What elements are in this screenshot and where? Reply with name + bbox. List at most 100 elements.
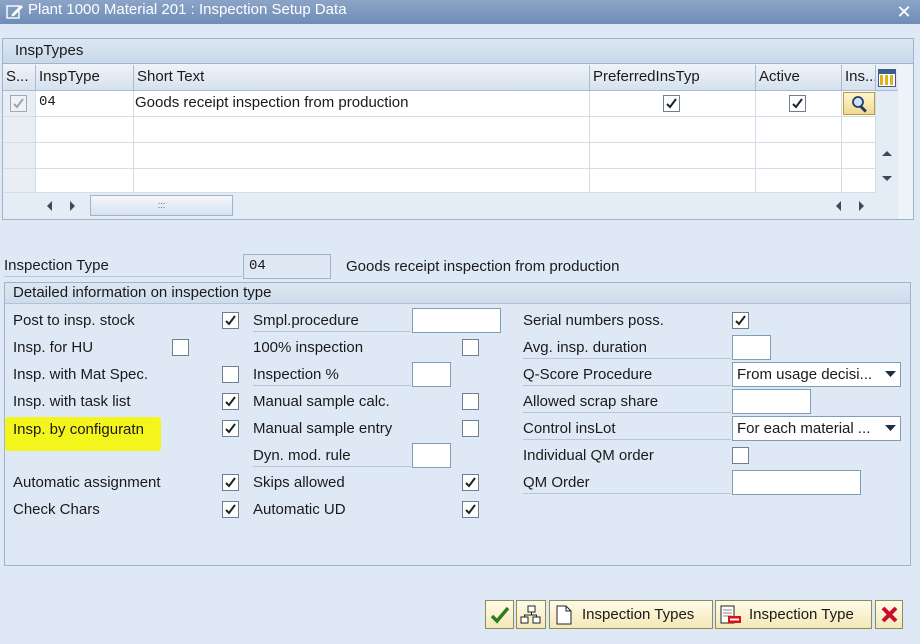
cancel-icon [881,606,898,623]
q-score-procedure-value: From usage decisi... [737,366,873,383]
preferred-checkbox[interactable] [663,95,680,112]
control-inslot-value: For each material ... [737,420,871,437]
individual-qm-order-label: Individual QM order [523,447,654,464]
insp-for-hu-checkbox[interactable] [172,339,189,356]
dyn-mod-rule-input[interactable] [412,443,451,468]
column-header-preferred[interactable]: PreferredInsTyp [590,65,756,91]
scroll-left-icon[interactable] [45,200,53,212]
confirm-button[interactable] [485,600,514,629]
insp-for-hu-label: Insp. for HU [13,339,94,356]
table-settings-button[interactable] [876,65,898,91]
table-row[interactable] [36,117,876,143]
inspection-type-value: 04 [249,258,266,274]
automatic-ud-label: Automatic UD [253,501,346,518]
scroll-left-icon[interactable] [834,200,842,212]
insp-with-task-list-checkbox[interactable] [222,393,239,410]
row-selector[interactable] [3,169,36,193]
chevron-down-icon[interactable] [880,417,900,440]
row-select-checkbox[interactable] [10,95,27,112]
scroll-down-icon[interactable] [881,175,893,183]
automatic-ud-checkbox[interactable] [462,501,479,518]
table-row[interactable]: Goods receipt inspection from production [134,91,590,117]
allowed-scrap-share-label: Allowed scrap share [523,393,731,413]
hierarchy-icon [520,605,541,624]
scroll-right-icon[interactable] [69,200,77,212]
manual-sample-calc-checkbox[interactable] [462,393,479,410]
column-header-active[interactable]: Active [756,65,842,91]
check-chars-checkbox[interactable] [222,501,239,518]
cell-short-text: Goods receipt inspection from production [135,94,409,111]
column-config-icon [878,69,896,87]
post-to-insp-stock-checkbox[interactable] [222,312,239,329]
chevron-down-icon[interactable] [880,363,900,386]
insp-by-configuratn-checkbox[interactable] [222,420,239,437]
manual-sample-entry-checkbox[interactable] [462,420,479,437]
dyn-mod-rule-label: Dyn. mod. rule [253,447,411,467]
automatic-assignment-checkbox[interactable] [222,474,239,491]
inspection-type-field: 04 [243,254,331,279]
serial-numbers-poss-label: Serial numbers poss. [523,312,664,329]
window-close-button[interactable]: ✕ [894,2,914,22]
row-selector[interactable] [3,143,36,169]
inspection-percent-input[interactable] [412,362,451,387]
table-row[interactable] [36,143,876,169]
allowed-scrap-share-input[interactable] [732,389,811,414]
skips-allowed-checkbox[interactable] [462,474,479,491]
active-checkbox[interactable] [789,95,806,112]
serial-numbers-poss-checkbox[interactable] [732,312,749,329]
skips-allowed-label: Skips allowed [253,474,345,491]
inspection-types-button[interactable]: Inspection Types [549,600,713,629]
delete-document-icon [720,605,741,624]
post-to-insp-stock-label: Post to insp. stock [13,312,135,329]
edit-window-icon [6,5,23,19]
horizontal-scrollbar[interactable]: ::: [3,193,898,219]
avg-insp-duration-input[interactable] [732,335,771,360]
table-cell-ins [842,91,876,117]
detail-group-header: Detailed information on inspection type [5,283,910,304]
q-score-procedure-label: Q-Score Procedure [523,366,731,386]
inspection-type-label: Inspection Type [749,606,854,623]
scroll-thumb[interactable]: ::: [90,195,233,216]
q-score-procedure-dropdown[interactable]: From usage decisi... [732,362,901,387]
smpl-procedure-input[interactable] [412,308,501,333]
qm-order-input[interactable] [732,470,861,495]
inspection-detail-button[interactable] [843,92,875,115]
column-header-select[interactable]: S... [3,65,36,91]
scroll-up-icon[interactable] [881,149,893,157]
table-cell-preferred [590,91,756,117]
column-header-short-text[interactable]: Short Text [134,65,590,91]
control-inslot-dropdown[interactable]: For each material ... [732,416,901,441]
table-title: InspTypes [15,42,84,59]
detail-group-title: Detailed information on inspection type [13,284,272,301]
inspection-type-button[interactable]: Inspection Type [715,600,872,629]
checkmark-icon [490,606,510,624]
magnifier-icon [852,96,867,113]
table-cell-active [756,91,842,117]
qm-order-label: QM Order [523,474,731,494]
row-selector[interactable] [3,91,36,117]
column-header-ins[interactable]: Ins... [842,65,876,91]
column-divider [841,117,842,193]
insp-with-mat-spec-label: Insp. with Mat Spec. [13,366,149,383]
insp-with-task-list-label: Insp. with task list [13,393,131,410]
scroll-right-icon[interactable] [858,200,866,212]
column-divider [133,117,134,193]
table-row[interactable] [36,169,876,193]
inspection-types-label: Inspection Types [582,606,695,623]
row-selector[interactable] [3,117,36,143]
table-row[interactable]: 04 [36,91,134,117]
copy-button[interactable] [516,600,546,629]
insp-with-mat-spec-checkbox[interactable] [222,366,239,383]
insp-by-configuratn-label: Insp. by configuratn [13,421,144,438]
inspection-type-label: Inspection Type [4,257,242,277]
avg-insp-duration-label: Avg. insp. duration [523,339,731,359]
100-inspection-checkbox[interactable] [462,339,479,356]
100-inspection-label: 100% inspection [253,339,364,356]
table-title-bar: InspTypes [3,39,913,64]
cancel-button[interactable] [875,600,903,629]
individual-qm-order-checkbox[interactable] [732,447,749,464]
column-divider [589,117,590,193]
column-divider [755,117,756,193]
column-header-insptype[interactable]: InspType [36,65,134,91]
vertical-scrollbar[interactable] [876,91,898,193]
